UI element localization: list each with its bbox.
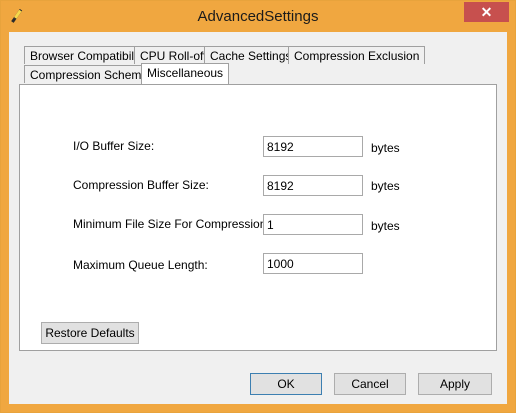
tab-cache-settings[interactable]: Cache Settings <box>204 46 298 64</box>
restore-defaults-button[interactable]: Restore Defaults <box>41 322 139 344</box>
min-file-size-input[interactable] <box>263 214 363 235</box>
tab-compression-exclusion[interactable]: Compression Exclusion <box>288 46 426 64</box>
close-icon: ✕ <box>480 4 493 20</box>
compression-buffer-size-label: Compression Buffer Size: <box>73 178 209 192</box>
apply-button[interactable]: Apply <box>418 373 492 395</box>
tab-miscellaneous[interactable]: Miscellaneous <box>141 63 230 84</box>
min-file-size-unit: bytes <box>371 219 400 233</box>
io-buffer-size-unit: bytes <box>371 141 400 155</box>
compression-buffer-size-unit: bytes <box>371 179 400 193</box>
title-bar[interactable]: AdvancedSettings ✕ <box>1 1 515 31</box>
compression-buffer-size-input[interactable] <box>263 175 363 196</box>
io-buffer-size-input[interactable] <box>263 136 363 157</box>
tab-browser-compatibility[interactable]: Browser Compatibility <box>24 46 153 64</box>
tab-cpu-roll-off[interactable]: CPU Roll-off <box>134 46 213 64</box>
max-queue-length-input[interactable] <box>263 253 363 274</box>
window-title: AdvancedSettings <box>197 8 319 25</box>
min-file-size-label: Minimum File Size For Compression: <box>73 217 270 231</box>
ok-button[interactable]: OK <box>250 373 322 395</box>
close-button[interactable]: ✕ <box>464 2 509 22</box>
tab-compression-schemes[interactable]: Compression Schemes <box>24 65 161 83</box>
io-buffer-size-label: I/O Buffer Size: <box>73 139 155 153</box>
max-queue-length-label: Maximum Queue Length: <box>73 258 208 272</box>
cancel-button[interactable]: Cancel <box>334 373 406 395</box>
